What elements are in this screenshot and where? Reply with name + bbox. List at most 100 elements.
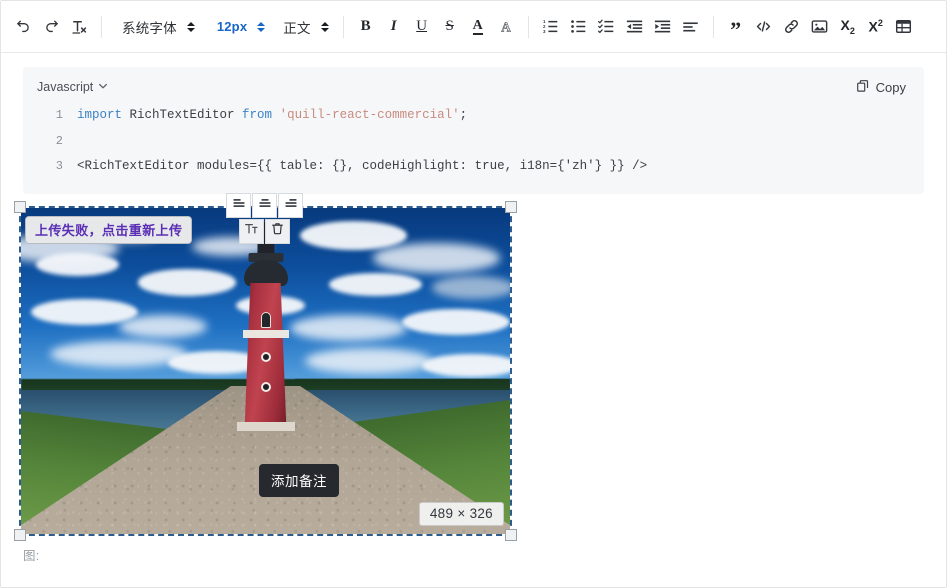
resize-handle-top-right[interactable] bbox=[505, 200, 517, 213]
cloud bbox=[402, 308, 510, 335]
code-token: 'quill-react-commercial' bbox=[279, 108, 460, 122]
code-line-content bbox=[77, 129, 85, 155]
paragraph-style-select[interactable]: 正文 bbox=[277, 13, 332, 41]
code-token: import bbox=[77, 108, 130, 122]
toolbar-divider bbox=[712, 15, 714, 38]
code-block: Javascript Copy 1 import RichTextEditor … bbox=[23, 67, 924, 194]
upload-failed-badge[interactable]: 上传失败，点击重新上传 bbox=[25, 215, 193, 244]
image-caption-button[interactable] bbox=[239, 218, 264, 244]
resize-handle-bottom-left[interactable] bbox=[14, 528, 26, 541]
font-family-value: 系统字体 bbox=[122, 20, 177, 36]
cloud bbox=[35, 253, 119, 276]
align-button[interactable] bbox=[677, 13, 705, 41]
outdent-button[interactable] bbox=[621, 13, 649, 41]
align-right-icon bbox=[284, 196, 298, 215]
font-color-button[interactable]: A bbox=[464, 13, 492, 41]
lighthouse bbox=[235, 228, 297, 431]
chevron-updown-icon bbox=[186, 21, 195, 32]
font-color-icon: A bbox=[472, 17, 483, 35]
chevron-updown-icon bbox=[257, 21, 266, 32]
clear-format-button[interactable] bbox=[65, 13, 93, 41]
image-delete-button[interactable] bbox=[265, 218, 290, 244]
align-left-icon bbox=[232, 196, 246, 215]
ordered-list-button[interactable]: 123 bbox=[537, 13, 565, 41]
underline-icon: U bbox=[416, 18, 428, 34]
copy-icon bbox=[856, 79, 870, 96]
code-line: 3 <RichTextEditor modules={{ table: {}, c… bbox=[37, 154, 910, 180]
image-caption-text[interactable]: 图: bbox=[23, 545, 924, 564]
superscript-button[interactable]: X2 bbox=[862, 13, 890, 41]
code-token: <RichTextEditor modules={{ table: {}, co… bbox=[77, 159, 648, 173]
toolbar-divider bbox=[527, 15, 529, 38]
italic-icon: I bbox=[390, 18, 397, 34]
code-line-number: 1 bbox=[55, 108, 63, 122]
indent-button[interactable] bbox=[649, 13, 677, 41]
table-button[interactable] bbox=[890, 13, 918, 41]
image-action-row bbox=[226, 218, 304, 244]
caption-tooltip: 添加备注 bbox=[259, 463, 339, 497]
code-line: 2 bbox=[37, 129, 910, 155]
code-token: from bbox=[242, 108, 280, 122]
bullet-list-button[interactable] bbox=[565, 13, 593, 41]
code-icon bbox=[755, 18, 772, 35]
code-line-number: 3 bbox=[55, 159, 63, 173]
code-button[interactable] bbox=[750, 13, 778, 41]
code-line: 1 import RichTextEditor from 'quill-react… bbox=[37, 103, 910, 129]
cloud bbox=[304, 347, 432, 374]
code-line-number: 2 bbox=[55, 133, 63, 148]
check-list-button[interactable] bbox=[593, 13, 621, 41]
cloud bbox=[421, 354, 510, 377]
code-token: RichTextEditor bbox=[129, 108, 243, 122]
code-language-label: Javascript bbox=[37, 80, 94, 94]
subscript-icon: X2 bbox=[840, 17, 855, 36]
redo-button[interactable] bbox=[37, 13, 65, 41]
image-selection-frame[interactable]: 上传失败，点击重新上传 添加备注 489 × 326 bbox=[14, 192, 517, 541]
editor-toolbar: 系统字体 12px 正文 B I U S A A 1 2 3 ” X2 X2 bbox=[1, 1, 946, 53]
paragraph-style-value: 正文 bbox=[283, 20, 311, 36]
background-color-icon: A bbox=[497, 18, 515, 36]
toolbar-divider bbox=[101, 15, 102, 38]
code-lines[interactable]: 1 import RichTextEditor from 'quill-react… bbox=[37, 103, 910, 180]
underline-button[interactable]: U bbox=[408, 13, 436, 41]
image-icon bbox=[811, 18, 828, 35]
strikethrough-button[interactable]: S bbox=[436, 13, 464, 41]
clear-format-icon bbox=[70, 18, 88, 36]
indent-icon bbox=[654, 18, 671, 35]
chevron-down-icon bbox=[98, 80, 108, 94]
background-color-button[interactable]: A bbox=[492, 13, 520, 41]
quote-icon: ” bbox=[730, 16, 742, 42]
copy-label: Copy bbox=[875, 79, 906, 95]
subscript-button[interactable]: X2 bbox=[834, 13, 862, 41]
code-language-select[interactable]: Javascript bbox=[37, 80, 108, 94]
trash-icon bbox=[270, 221, 285, 241]
code-line-content: <RichTextEditor modules={{ table: {}, co… bbox=[77, 154, 647, 180]
blockquote-button[interactable]: ” bbox=[722, 13, 750, 41]
link-button[interactable] bbox=[778, 13, 806, 41]
resize-handle-bottom-right[interactable] bbox=[505, 528, 517, 541]
font-family-select[interactable]: 系统字体 bbox=[116, 13, 199, 41]
image-align-left-button[interactable] bbox=[226, 192, 251, 218]
italic-button[interactable]: I bbox=[380, 13, 408, 41]
image-align-right-button[interactable] bbox=[278, 192, 303, 218]
image-align-center-button[interactable] bbox=[252, 192, 277, 218]
code-token: ; bbox=[459, 108, 468, 122]
cloud bbox=[373, 243, 501, 273]
bold-button[interactable]: B bbox=[352, 13, 380, 41]
code-line-content: import RichTextEditor from 'quill-react-… bbox=[77, 103, 467, 129]
text-caption-icon bbox=[244, 221, 259, 241]
copy-code-button[interactable]: Copy bbox=[852, 77, 910, 98]
image-button[interactable] bbox=[806, 13, 834, 41]
toolbar-divider bbox=[342, 15, 344, 38]
undo-button[interactable] bbox=[9, 13, 37, 41]
bold-icon: B bbox=[360, 18, 371, 34]
rich-text-editor-window: 系统字体 12px 正文 B I U S A A 1 2 3 ” X2 X2 J… bbox=[0, 0, 947, 588]
editor-content-area[interactable]: Javascript Copy 1 import RichTextEditor … bbox=[1, 53, 946, 587]
cloud bbox=[431, 275, 510, 299]
undo-icon bbox=[15, 18, 32, 35]
image-floating-toolbar bbox=[226, 192, 304, 244]
check-list-icon bbox=[598, 18, 615, 35]
code-block-header: Javascript Copy bbox=[37, 77, 910, 97]
font-size-select[interactable]: 12px bbox=[211, 13, 269, 41]
ordered-list-icon: 123 bbox=[542, 18, 559, 35]
resize-handle-top-left[interactable] bbox=[14, 200, 26, 213]
